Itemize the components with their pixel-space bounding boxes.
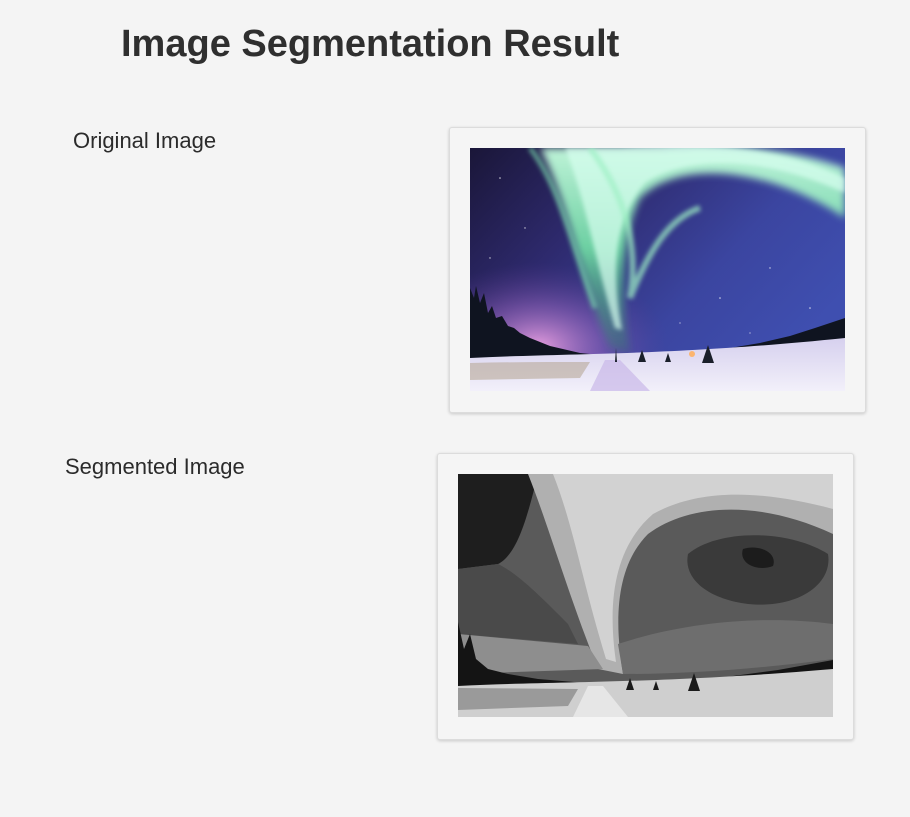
original-image-card	[449, 127, 866, 413]
page: Image Segmentation Result Original Image	[0, 0, 910, 817]
segmented-image	[458, 474, 833, 717]
original-image-label: Original Image	[73, 128, 217, 153]
segmented-image-card	[437, 453, 854, 740]
original-image	[470, 148, 845, 391]
segmented-image-label: Segmented Image	[65, 454, 245, 479]
page-title: Image Segmentation Result	[121, 23, 620, 65]
